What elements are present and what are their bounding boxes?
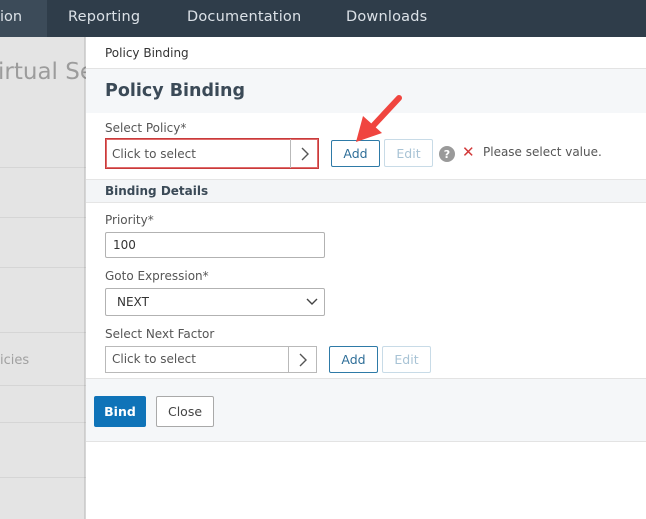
select-policy-open-button[interactable] <box>290 139 318 168</box>
background-divider <box>0 167 86 168</box>
next-factor-label: Select Next Factor <box>105 327 215 341</box>
nav-item-downloads[interactable]: Downloads <box>346 9 427 25</box>
nav-item-reporting[interactable]: Reporting <box>68 9 140 25</box>
goto-expression-label: Goto Expression* <box>105 269 209 283</box>
nav-item-active-label: ion <box>0 9 23 25</box>
priority-input[interactable]: 100 <box>105 232 325 258</box>
background-divider <box>0 477 86 478</box>
background-divider <box>0 385 86 386</box>
background-divider <box>0 267 86 268</box>
panel-breadcrumb: Policy Binding <box>105 46 189 60</box>
next-factor-open-button[interactable] <box>288 347 316 372</box>
page-title: Policy Binding <box>105 81 246 101</box>
background-page-title: irtual Se <box>0 59 86 85</box>
background-page: irtual Se icies <box>0 37 86 519</box>
next-factor-placeholder: Click to select <box>112 352 196 366</box>
nav-item-active[interactable]: ion <box>0 0 47 37</box>
close-button[interactable]: Close <box>156 396 214 427</box>
binding-details-header: Binding Details <box>86 179 646 203</box>
footer-divider <box>86 441 646 442</box>
binding-details-title: Binding Details <box>105 184 209 198</box>
background-label: icies <box>0 353 30 368</box>
priority-label: Priority* <box>105 213 154 227</box>
chevron-right-icon <box>301 147 309 160</box>
background-divider <box>0 422 86 423</box>
annotation-arrow-icon <box>356 95 402 142</box>
next-factor-selector[interactable]: Click to select <box>105 346 317 373</box>
select-policy-placeholder: Click to select <box>112 147 196 161</box>
nav-item-documentation[interactable]: Documentation <box>187 9 301 25</box>
panel-footer: Bind Close <box>86 379 646 441</box>
bind-button[interactable]: Bind <box>94 396 146 427</box>
background-divider <box>0 332 86 333</box>
chevron-down-icon <box>306 298 318 305</box>
select-policy-selector[interactable]: Click to select <box>105 138 319 169</box>
chevron-right-icon <box>299 353 307 366</box>
priority-value: 100 <box>113 238 136 252</box>
error-icon: ✕ <box>462 143 475 161</box>
background-divider <box>0 217 86 218</box>
help-icon[interactable]: ? <box>439 146 455 162</box>
goto-expression-value: NEXT <box>117 295 149 309</box>
goto-expression-select[interactable]: NEXT <box>105 288 325 316</box>
next-factor-edit-button[interactable]: Edit <box>382 346 431 373</box>
select-policy-label: Select Policy* <box>105 121 187 135</box>
panel-breadcrumb-bar: Policy Binding <box>86 37 646 69</box>
top-navigation: ion Reporting Documentation Downloads <box>0 0 646 37</box>
select-policy-error-message: Please select value. <box>483 145 602 159</box>
next-factor-add-button[interactable]: Add <box>329 346 378 373</box>
